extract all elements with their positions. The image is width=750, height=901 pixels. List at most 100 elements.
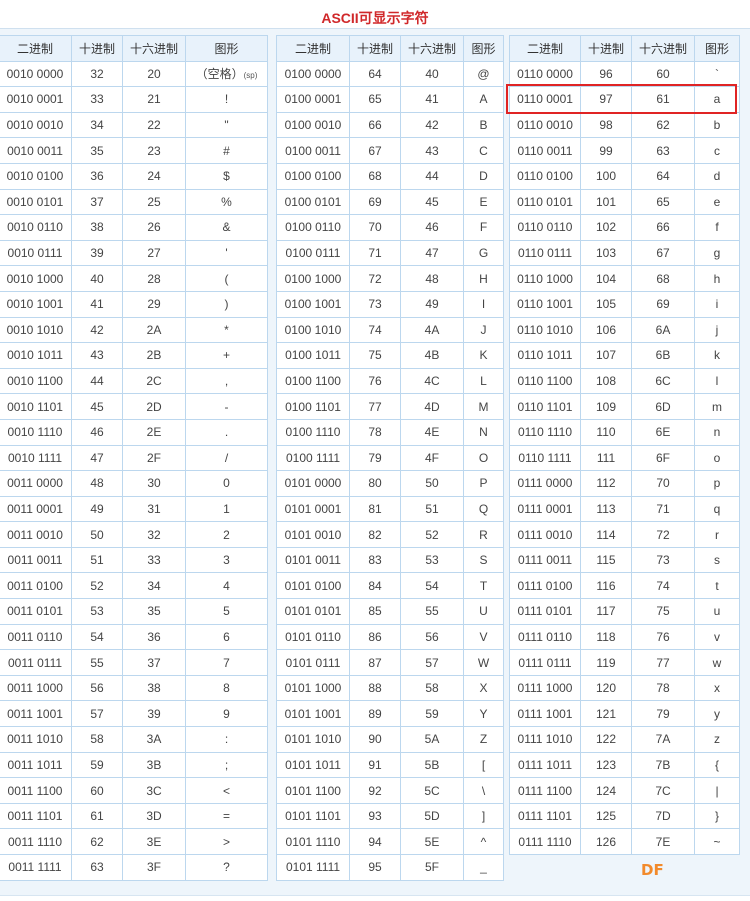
hex-cell: 7D: [631, 802, 695, 830]
binary-cell: 0110 1110: [509, 418, 581, 446]
binary-cell: 0111 0000: [509, 470, 581, 497]
table-row: 0110 0011 99 63 c: [509, 137, 740, 164]
binary-cell: 0110 1101: [509, 393, 581, 420]
column-header: 十进制: [580, 35, 632, 62]
table-row: 0110 1101 109 6D m: [509, 393, 740, 420]
decimal-cell: 38: [71, 214, 123, 241]
glyph-cell: |: [694, 777, 740, 804]
table-row: 0011 1011 59 3B;: [0, 751, 268, 779]
glyph-cell: l: [694, 367, 740, 395]
hex-cell: 28: [122, 265, 186, 292]
glyph-cell: }: [694, 802, 740, 830]
table-row: 0011 0100 52 34 4: [0, 572, 268, 600]
binary-cell: 0011 0010: [0, 521, 72, 548]
table-row: 0111 0111 119 77 w: [509, 649, 740, 676]
binary-cell: 0010 0010: [0, 111, 72, 139]
binary-cell: 0100 0101: [276, 188, 350, 216]
decimal-cell: 67: [349, 137, 401, 164]
binary-cell: 0011 0101: [0, 598, 72, 625]
table-row: 0101 1100 92 5C \: [276, 777, 504, 804]
glyph-cell: =: [185, 802, 268, 830]
glyph-cell: Y: [463, 700, 504, 728]
decimal-cell: 63: [71, 854, 123, 881]
glyph-cell: <: [185, 777, 268, 804]
decimal-cell: 72: [349, 265, 401, 292]
hex-cell: 4A: [400, 316, 464, 344]
decimal-cell: 68: [349, 162, 401, 190]
glyph-cell: 8: [185, 674, 268, 702]
binary-cell: 0100 0000: [276, 60, 350, 88]
decimal-cell: 106: [580, 316, 632, 344]
hex-cell: 32: [122, 521, 186, 548]
decimal-cell: 83: [349, 546, 401, 574]
binary-cell: 0100 0110: [276, 214, 350, 241]
table-row: 0010 1110 46 2E.: [0, 418, 268, 446]
table-row: 0101 1110 94 5E ^: [276, 828, 504, 855]
binary-cell: 0010 0001: [0, 86, 72, 113]
glyph-cell: V: [463, 623, 504, 651]
hex-cell: 6B: [631, 342, 695, 369]
binary-cell: 0010 1101: [0, 393, 72, 420]
column-header: 十六进制: [122, 35, 186, 62]
table-row: 0100 1111 79 4F O: [276, 444, 504, 472]
table-row: 0100 1001 73 49 I: [276, 290, 504, 318]
binary-cell: 0101 1111: [276, 854, 350, 881]
glyph-cell: K: [463, 342, 504, 369]
hex-cell: 34: [122, 572, 186, 600]
hex-cell: 76: [631, 623, 695, 651]
decimal-cell: 119: [580, 649, 632, 676]
binary-cell: 0111 0010: [509, 521, 581, 548]
decimal-cell: 77: [349, 393, 401, 420]
table-row: 0011 1100 60 3C <: [0, 777, 268, 804]
binary-cell: 0101 1011: [276, 751, 350, 779]
hex-cell: 41: [400, 86, 464, 113]
binary-cell: 0011 0110: [0, 623, 72, 651]
header-row: 二进制 十进制 十六进制 图形: [509, 35, 740, 62]
binary-cell: 0111 1110: [509, 828, 581, 855]
glyph-cell: %: [185, 188, 268, 216]
hex-cell: 58: [400, 674, 464, 702]
binary-cell: 0110 1010: [509, 316, 581, 344]
header-row: 二进制 十进制 十六进制 图形: [276, 35, 504, 62]
binary-cell: 0010 0101: [0, 188, 72, 216]
hex-cell: 35: [122, 598, 186, 625]
hex-cell: 55: [400, 598, 464, 625]
binary-cell: 0111 1101: [509, 802, 581, 830]
table-row: 0101 1101 93 5D]: [276, 802, 504, 830]
glyph-cell: 3: [185, 546, 268, 574]
binary-cell: 0011 1010: [0, 726, 72, 753]
binary-cell: 0011 1111: [0, 854, 72, 881]
decimal-cell: 115: [580, 546, 632, 574]
hex-cell: 29: [122, 290, 186, 318]
table-row: 0010 0010 34 22 ": [0, 111, 268, 139]
binary-cell: 0011 1000: [0, 674, 72, 702]
table-row: 0110 1010 106 6A j: [509, 316, 740, 344]
column-header: 二进制: [0, 35, 72, 62]
hex-cell: 68: [631, 265, 695, 292]
table-row: 0101 0000 80 50 P: [276, 470, 504, 497]
glyph-cell: >: [185, 828, 268, 855]
decimal-cell: 85: [349, 598, 401, 625]
hex-cell: 24: [122, 162, 186, 190]
column-header: 十六进制: [400, 35, 464, 62]
binary-cell: 0010 1001: [0, 290, 72, 318]
table-row: 0010 1101 45 2D -: [0, 393, 268, 420]
table-row: 0010 1010 42 2A *: [0, 316, 268, 344]
decimal-cell: 102: [580, 214, 632, 241]
table-row: 0010 1000 40 28(: [0, 265, 268, 292]
hex-cell: 7B: [631, 751, 695, 779]
glyph-cell: {: [694, 751, 740, 779]
table-row: 0101 0001 81 51 Q: [276, 495, 504, 523]
decimal-cell: 103: [580, 239, 632, 267]
hex-cell: 46: [400, 214, 464, 241]
glyph-cell: U: [463, 598, 504, 625]
binary-cell: 0011 1100: [0, 777, 72, 804]
hex-cell: 42: [400, 111, 464, 139]
binary-cell: 0110 1000: [509, 265, 581, 292]
table-row: 0110 0111 103 67 g: [509, 239, 740, 267]
table-row: 0111 0110 118 76 v: [509, 623, 740, 651]
hex-cell: 44: [400, 162, 464, 190]
binary-cell: 0011 1011: [0, 751, 72, 779]
column-header: 图形: [185, 35, 268, 62]
hex-cell: 2F: [122, 444, 186, 472]
